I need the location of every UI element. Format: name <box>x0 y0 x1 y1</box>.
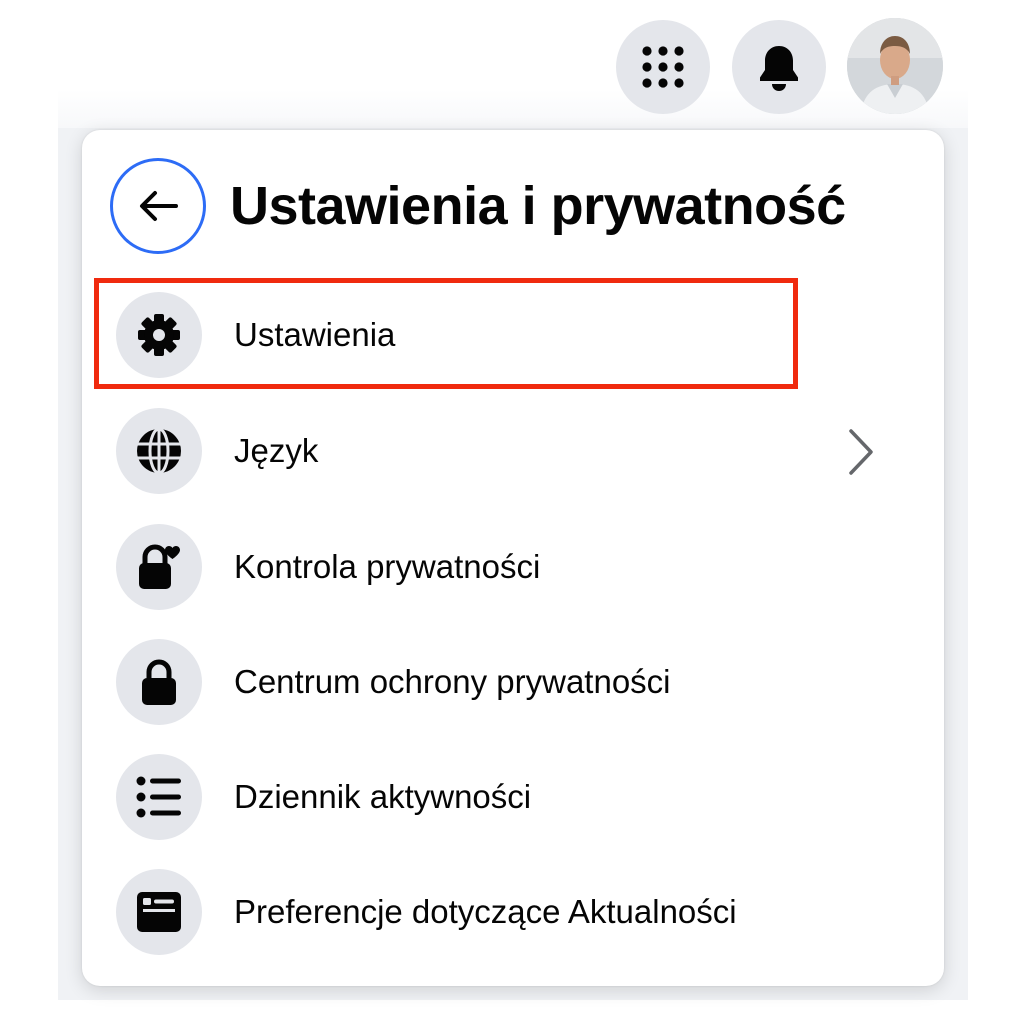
menu-item-activity-log[interactable]: Dziennik aktywności <box>116 752 916 842</box>
highlight-box <box>94 278 798 389</box>
menu-item-label: Język <box>234 432 319 469</box>
menu-button[interactable] <box>616 20 710 114</box>
menu-item-label: Dziennik aktywności <box>234 778 532 815</box>
menu-item-icon-wrap <box>116 639 202 725</box>
menu-item-label: Preferencje dotyczące Aktualności <box>234 893 737 930</box>
menu-item-icon-wrap <box>116 869 202 955</box>
menu-item-language[interactable]: Język <box>116 406 916 496</box>
bell-icon <box>760 46 798 91</box>
settings-privacy-panel: Ustawienia i prywatność Ustawienia Język… <box>82 130 944 986</box>
top-bar-background <box>58 0 968 128</box>
screen: Ustawienia i prywatność Ustawienia Język… <box>0 0 1024 1024</box>
profile-avatar[interactable] <box>847 18 943 114</box>
menu-item-feed-preferences[interactable]: Preferencje dotyczące Aktualności <box>116 867 916 957</box>
arrow-left-icon <box>140 191 178 221</box>
profile-photo <box>847 18 943 114</box>
menu-item-label: Centrum ochrony prywatności <box>234 663 671 700</box>
lock-icon <box>142 659 176 705</box>
globe-icon <box>137 427 181 475</box>
notifications-button[interactable] <box>732 20 826 114</box>
menu-item-privacy-center[interactable]: Centrum ochrony prywatności <box>116 637 916 727</box>
menu-item-icon-wrap <box>116 408 202 494</box>
menu-item-privacy-checkup[interactable]: Kontrola prywatności <box>116 522 916 612</box>
back-button[interactable] <box>110 158 206 254</box>
lock-heart-icon <box>139 544 180 589</box>
panel-title: Ustawienia i prywatność <box>230 176 846 236</box>
chevron-right-icon <box>849 429 873 475</box>
feed-icon <box>137 892 181 932</box>
grid-menu-icon <box>642 46 684 88</box>
menu-item-icon-wrap <box>116 754 202 840</box>
menu-item-icon-wrap <box>116 524 202 610</box>
list-icon <box>136 776 181 818</box>
menu-item-label: Kontrola prywatności <box>234 548 541 585</box>
